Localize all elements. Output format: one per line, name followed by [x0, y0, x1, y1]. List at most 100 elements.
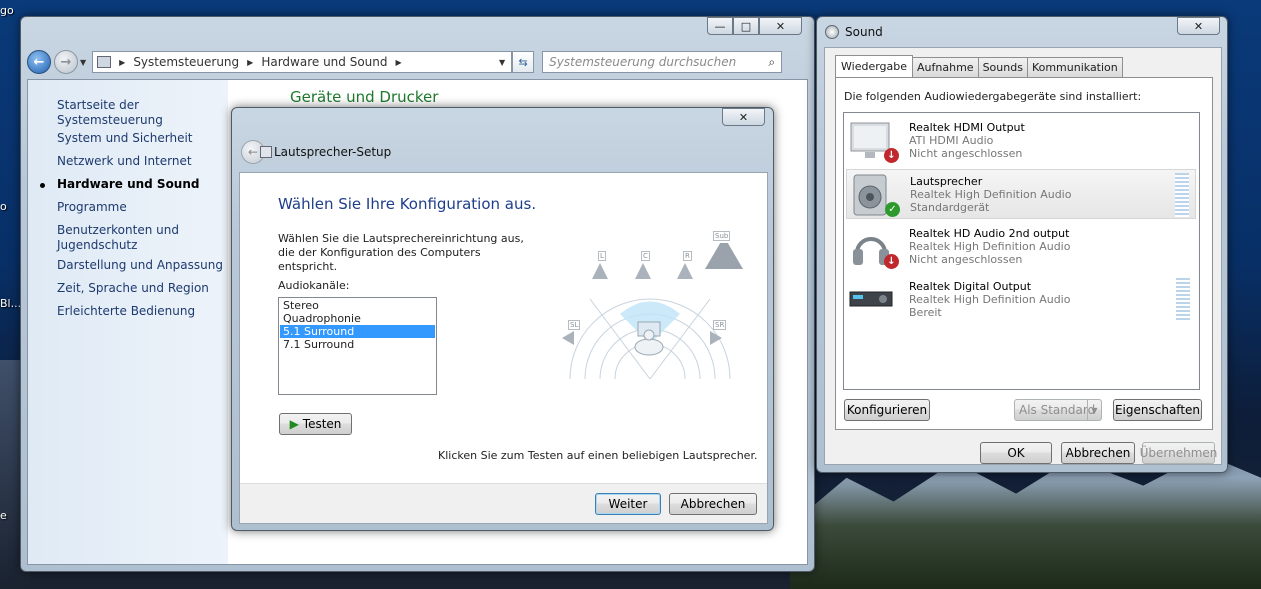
sound-window: ✕ Sound Wiedergabe Aufnahme Sounds Kommu… [816, 16, 1228, 473]
configure-button[interactable]: Konfigurieren [844, 399, 930, 421]
cancel-button[interactable]: Abbrechen [1061, 442, 1135, 464]
device-status: Nicht angeschlossen [909, 147, 1023, 160]
ok-button[interactable]: OK [980, 442, 1052, 464]
caption-buttons: ✕ [1177, 17, 1220, 35]
cancel-button[interactable]: Abbrechen [669, 493, 757, 515]
channels-listbox[interactable]: Stereo Quadrophonie 5.1 Surround 7.1 Sur… [278, 297, 437, 395]
sound-icon [825, 25, 839, 39]
channel-option-7-1-surround[interactable]: 7.1 Surround [280, 338, 435, 351]
refresh-button[interactable]: ⇆ [512, 51, 535, 73]
sidebar-item-system-sicherheit[interactable]: System und Sicherheit [57, 131, 193, 146]
refresh-icon: ⇆ [518, 55, 528, 69]
active-bullet-icon [40, 183, 45, 188]
devices-description: Die folgenden Audiowiedergabegeräte sind… [844, 90, 1142, 103]
volume-meter [1176, 278, 1190, 322]
playback-tab-panel: Die folgenden Audiowiedergabegeräte sind… [835, 77, 1213, 430]
device-item-lautsprecher[interactable]: ✓ Lautsprecher Realtek High Definition A… [846, 169, 1196, 219]
sidebar-item-startseite[interactable]: Startseite der Systemsteuerung [57, 98, 228, 128]
devices-printers-link[interactable]: Geräte und Drucker [290, 88, 438, 106]
device-status: Bereit [909, 306, 942, 319]
breadcrumb-hardware-und-sound[interactable]: Hardware und Sound [261, 55, 387, 69]
address-bar[interactable]: ▶ Systemsteuerung ▶ Hardware und Sound ▶… [92, 51, 513, 73]
maximize-button[interactable]: □ [733, 17, 759, 35]
desktop-label-fragment: o [0, 200, 7, 213]
device-name: Lautsprecher [910, 175, 983, 188]
speaker-label-sr: SR [713, 320, 727, 330]
speaker-label-sl: SL [568, 320, 581, 330]
apply-button[interactable]: Übernehmen [1140, 442, 1217, 464]
device-list[interactable]: ↓ Realtek HDMI Output ATI HDMI Audio Nic… [843, 112, 1200, 390]
search-placeholder: Systemsteuerung durchsuchen [549, 55, 737, 69]
channel-option-stereo[interactable]: Stereo [280, 299, 435, 312]
desktop-label-fragment: e [0, 509, 7, 522]
close-button[interactable]: ✕ [759, 17, 802, 35]
caption-buttons: — □ ✕ [707, 17, 802, 35]
device-status: Standardgerät [910, 201, 990, 214]
sidebar-item-programme[interactable]: Programme [57, 200, 127, 215]
speaker-setup-icon [260, 146, 272, 158]
speaker-setup-content: Wählen Sie Ihre Konfiguration aus. Wähle… [239, 172, 768, 524]
speaker-label-sub: Sub [713, 231, 731, 241]
channels-label: Audiokanäle: [278, 279, 350, 292]
test-button-label: Testen [302, 417, 342, 431]
breadcrumb-separator-icon: ▶ [119, 57, 126, 67]
sidebar: Startseite der Systemsteuerung System un… [28, 80, 228, 564]
minimize-button[interactable]: — [707, 17, 733, 35]
control-panel-icon [97, 56, 112, 68]
tab-sounds[interactable]: Sounds [977, 57, 1028, 77]
test-button[interactable]: ▶ Testen [279, 413, 352, 435]
device-item-digital-output[interactable]: Realtek Digital Output Realtek High Defi… [846, 275, 1196, 325]
volume-meter [1175, 173, 1189, 217]
speaker-label-l: L [598, 251, 606, 261]
sidebar-item-zeit-sprache[interactable]: Zeit, Sprache und Region [57, 281, 209, 296]
close-button[interactable]: ✕ [722, 108, 765, 126]
sidebar-item-darstellung[interactable]: Darstellung und Anpassung [57, 258, 223, 273]
tab-wiedergabe[interactable]: Wiedergabe [835, 55, 914, 77]
tab-kommunikation[interactable]: Kommunikation [1026, 57, 1123, 77]
back-button[interactable]: ← [27, 50, 51, 74]
sidebar-item-netzwerk[interactable]: Netzwerk und Internet [57, 154, 192, 169]
tab-strip: Wiedergabe Aufnahme Sounds Kommunikation [835, 55, 1123, 77]
breadcrumb-separator-icon: ▶ [247, 57, 254, 67]
sidebar-item-erleichterte-bedienung[interactable]: Erleichterte Bedienung [57, 304, 195, 319]
breadcrumb-separator-icon[interactable]: ▶ [396, 58, 402, 67]
speaker-label-r: R [683, 251, 692, 261]
sidebar-item-benutzerkonten[interactable]: Benutzerkonten und Jugendschutz [57, 223, 187, 253]
device-item-hdmi[interactable]: ↓ Realtek HDMI Output ATI HDMI Audio Nic… [846, 116, 1196, 166]
default-device-check-icon: ✓ [885, 202, 900, 217]
chevron-down-icon[interactable]: ▼ [1087, 400, 1101, 420]
instructions-text: Wählen Sie die Lautsprechereinrichtung a… [278, 232, 524, 273]
sidebar-item-hardware-sound[interactable]: Hardware und Sound [57, 177, 199, 192]
device-status: Nicht angeschlossen [909, 253, 1023, 266]
address-dropdown-icon[interactable]: ▼ [499, 58, 505, 67]
recent-pages-dropdown-icon[interactable]: ▼ [80, 58, 86, 67]
forward-button[interactable]: → [54, 50, 78, 74]
device-item-hd-audio-2nd[interactable]: ↓ Realtek HD Audio 2nd output Realtek Hi… [846, 222, 1196, 272]
test-hint-text: Klicken Sie zum Testen auf einen beliebi… [438, 449, 758, 462]
disconnected-badge-icon: ↓ [884, 148, 899, 163]
window-title: Sound [845, 25, 883, 39]
receiver-icon [849, 291, 893, 307]
caption-buttons: ✕ [722, 108, 765, 126]
breadcrumb-systemsteuerung[interactable]: Systemsteuerung [133, 55, 239, 69]
device-name: Realtek HDMI Output [909, 121, 1025, 134]
next-button[interactable]: Weiter [595, 493, 661, 515]
window-title: Lautsprecher-Setup [274, 145, 392, 159]
search-icon[interactable]: ⌕ [768, 55, 775, 70]
device-name: Realtek HD Audio 2nd output [909, 227, 1070, 240]
set-default-button[interactable]: Als Standard ▼ [1014, 399, 1102, 421]
channel-option-quadrophonie[interactable]: Quadrophonie [280, 312, 435, 325]
close-button[interactable]: ✕ [1177, 17, 1220, 35]
tab-aufnahme[interactable]: Aufnahme [912, 57, 979, 77]
speaker-setup-window: ✕ ← Lautsprecher-Setup Wählen Sie Ihre K… [231, 107, 774, 531]
speaker-layout-diagram [569, 298, 731, 380]
properties-button[interactable]: Eigenschaften [1113, 399, 1202, 421]
device-driver: Realtek High Definition Audio [909, 293, 1071, 306]
channel-option-5-1-surround[interactable]: 5.1 Surround [280, 325, 435, 338]
navigation-bar: ← → ▼ ▶ Systemsteuerung ▶ Hardware und S… [27, 49, 807, 75]
desktop-label-fragment: Bl... [0, 297, 22, 310]
device-driver: ATI HDMI Audio [909, 134, 994, 147]
page-title: Wählen Sie Ihre Konfiguration aus. [278, 195, 537, 213]
search-input[interactable]: Systemsteuerung durchsuchen ⌕ [542, 51, 783, 73]
set-default-label: Als Standard [1019, 403, 1096, 417]
